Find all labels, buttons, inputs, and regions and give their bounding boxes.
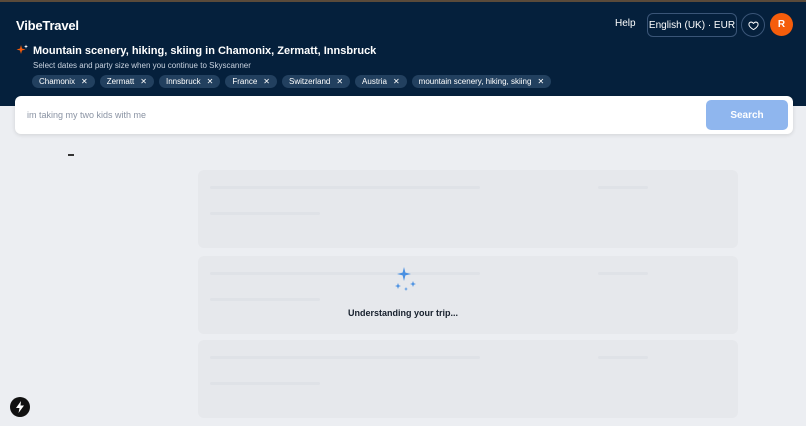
search-card: Search bbox=[15, 96, 793, 134]
chip-zermatt[interactable]: Zermatt ✕ bbox=[99, 75, 154, 88]
close-icon[interactable]: ✕ bbox=[81, 77, 88, 86]
language-currency-button[interactable]: English (UK) · EUR bbox=[647, 13, 737, 37]
chip-activities[interactable]: mountain scenery, hiking, skiing ✕ bbox=[411, 75, 552, 88]
chip-chamonix[interactable]: Chamonix ✕ bbox=[32, 75, 95, 88]
sparkle-icon bbox=[16, 44, 28, 54]
chip-label: Switzerland bbox=[288, 77, 331, 86]
header: VibeTravel Help English (UK) · EUR R Mou… bbox=[0, 2, 806, 106]
loading-status: Understanding your trip... bbox=[347, 308, 458, 318]
chip-label: France bbox=[232, 77, 258, 86]
close-icon[interactable]: ✕ bbox=[393, 77, 400, 86]
bolt-icon[interactable] bbox=[10, 397, 30, 417]
search-input[interactable] bbox=[27, 105, 687, 125]
skeleton-card bbox=[198, 170, 738, 248]
logo[interactable]: VibeTravel bbox=[16, 18, 79, 33]
close-icon[interactable]: ✕ bbox=[537, 77, 544, 86]
chip-label: Innsbruck bbox=[165, 77, 201, 86]
sparkle-icon bbox=[395, 267, 416, 291]
chip-switzerland[interactable]: Switzerland ✕ bbox=[281, 75, 351, 88]
dash-marker bbox=[68, 154, 74, 156]
skeleton-card bbox=[198, 340, 738, 418]
close-icon[interactable]: ✕ bbox=[263, 77, 270, 86]
chip-label: Austria bbox=[362, 77, 387, 86]
skeleton-card bbox=[198, 256, 738, 334]
lightning-icon bbox=[16, 401, 24, 413]
chip-innsbruck[interactable]: Innsbruck ✕ bbox=[158, 75, 221, 88]
heart-icon bbox=[747, 21, 759, 30]
close-icon[interactable]: ✕ bbox=[207, 77, 214, 86]
filter-chips: Chamonix ✕ Zermatt ✕ Innsbruck ✕ France … bbox=[32, 75, 552, 88]
search-button[interactable]: Search bbox=[706, 100, 788, 130]
close-icon[interactable]: ✕ bbox=[140, 77, 147, 86]
favorites-button[interactable] bbox=[741, 13, 765, 37]
chip-label: mountain scenery, hiking, skiing bbox=[418, 77, 532, 86]
chip-austria[interactable]: Austria ✕ bbox=[355, 75, 407, 88]
trip-subtitle: Select dates and party size when you con… bbox=[33, 61, 251, 70]
close-icon[interactable]: ✕ bbox=[336, 77, 343, 86]
avatar[interactable]: R bbox=[770, 13, 793, 36]
help-link[interactable]: Help bbox=[615, 17, 636, 31]
chip-france[interactable]: France ✕ bbox=[225, 75, 277, 88]
chip-label: Zermatt bbox=[106, 77, 135, 86]
trip-title: Mountain scenery, hiking, skiing in Cham… bbox=[33, 45, 377, 57]
chip-label: Chamonix bbox=[39, 77, 76, 86]
